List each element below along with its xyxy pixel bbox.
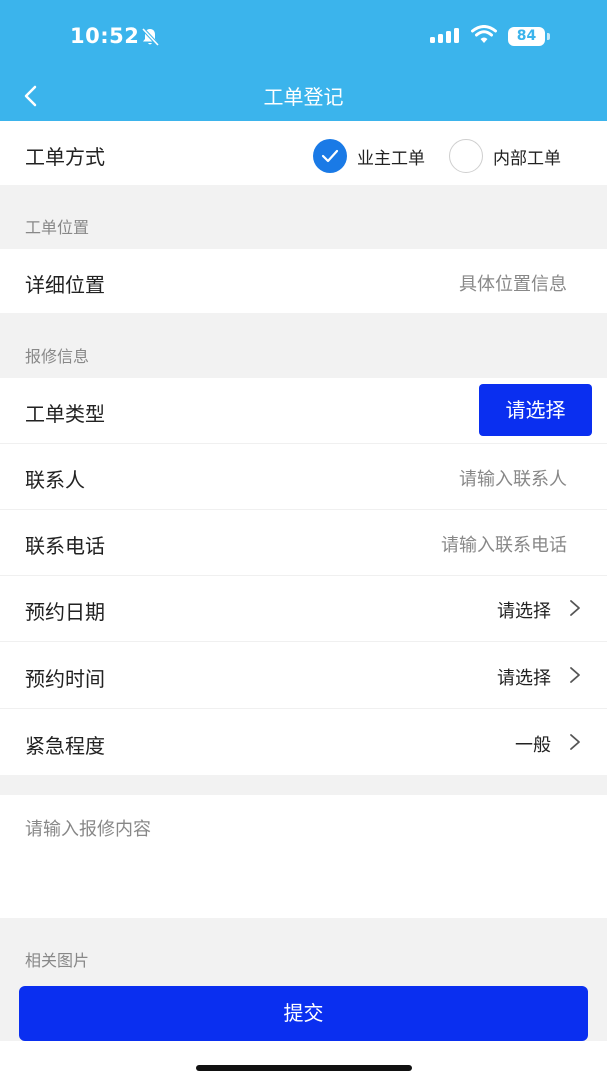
repair-content-textarea[interactable] — [0, 795, 607, 918]
status-time: 10:52 — [70, 24, 140, 48]
chevron-right-icon[interactable] — [568, 732, 582, 752]
urgency-row[interactable]: 紧急程度 一般 — [0, 709, 607, 775]
app-header: 10:52 84 工单登记 — [0, 0, 607, 121]
page-title: 工单登记 — [263, 85, 344, 109]
appointment-date-label: 预约日期 — [25, 600, 105, 624]
radio-checked-icon[interactable] — [313, 139, 347, 173]
radio-owner-order-label[interactable]: 业主工单 — [357, 144, 425, 169]
phone-row[interactable]: 联系电话 请输入联系电话 — [0, 510, 607, 575]
signal-icon — [430, 28, 459, 43]
work-order-mode-label: 工单方式 — [25, 145, 105, 169]
radio-internal-order-label[interactable]: 内部工单 — [493, 144, 561, 169]
appointment-time-row[interactable]: 预约时间 请选择 — [0, 642, 607, 708]
appointment-date-value[interactable]: 请选择 — [497, 597, 551, 623]
battery-tip — [547, 33, 550, 40]
order-type-label: 工单类型 — [25, 402, 105, 426]
contact-input[interactable]: 请输入联系人 — [459, 465, 567, 491]
submit-button[interactable]: 提交 — [19, 986, 588, 1041]
urgency-value[interactable]: 一般 — [515, 731, 551, 757]
phone-label: 联系电话 — [25, 534, 105, 558]
order-type-select-button[interactable]: 请选择 — [479, 384, 592, 436]
contact-label: 联系人 — [25, 468, 85, 492]
battery-level: 84 — [508, 27, 545, 46]
battery-icon: 84 — [508, 27, 550, 46]
detail-location-input[interactable]: 具体位置信息 — [459, 270, 567, 296]
chevron-right-icon[interactable] — [568, 665, 582, 685]
bell-slash-icon — [141, 27, 160, 47]
wifi-icon — [471, 25, 497, 43]
appointment-date-row[interactable]: 预约日期 请选择 — [0, 576, 607, 641]
phone-input[interactable]: 请输入联系电话 — [441, 531, 567, 557]
bottom-safe-area — [0, 1041, 607, 1080]
location-section-title: 工单位置 — [25, 218, 90, 237]
contact-row[interactable]: 联系人 请输入联系人 — [0, 444, 607, 509]
urgency-label: 紧急程度 — [25, 734, 105, 758]
detail-location-label: 详细位置 — [25, 273, 105, 297]
appointment-time-label: 预约时间 — [25, 667, 105, 691]
detail-location-row[interactable]: 详细位置 具体位置信息 — [0, 249, 607, 313]
radio-unchecked-icon[interactable] — [449, 139, 483, 173]
repair-section-title: 报修信息 — [25, 347, 90, 366]
appointment-time-value[interactable]: 请选择 — [497, 664, 551, 690]
images-section-title: 相关图片 — [25, 951, 90, 970]
repair-content-placeholder: 请输入报修内容 — [25, 819, 151, 840]
chevron-right-icon[interactable] — [568, 598, 582, 618]
check-icon — [321, 149, 339, 163]
home-indicator[interactable] — [196, 1065, 412, 1071]
